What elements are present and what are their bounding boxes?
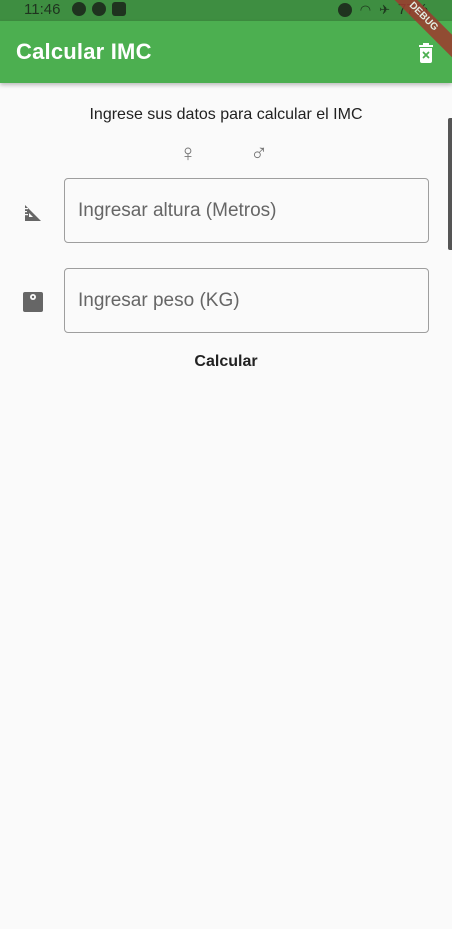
notification-icon [72, 2, 86, 16]
ruler-square-icon [25, 205, 41, 221]
female-icon[interactable]: ♀ [179, 140, 197, 168]
alarm-icon [337, 3, 352, 17]
notification-icon [112, 2, 126, 16]
intro-text: Ingrese sus datos para calcular el IMC [89, 106, 363, 123]
delete-button[interactable] [414, 41, 438, 65]
notification-icons [72, 2, 126, 16]
weight-field[interactable] [64, 268, 429, 333]
male-icon[interactable]: ♂ [250, 140, 268, 168]
status-bar: 11:46 ◠ ✈ 77% [0, 0, 452, 21]
weight-scale-icon [23, 292, 43, 312]
height-input[interactable] [65, 179, 428, 242]
wifi-icon: ◠ [359, 2, 372, 17]
notification-icon [92, 2, 106, 16]
height-field[interactable] [64, 178, 429, 243]
weight-input[interactable] [65, 269, 428, 332]
delete-forever-icon [419, 43, 433, 63]
page-title: Calcular IMC [16, 39, 152, 64]
status-time: 11:46 [24, 1, 61, 18]
edge-scroll-handle [448, 118, 452, 250]
calculate-button[interactable]: Calcular [176, 348, 276, 376]
airplane-icon: ✈ [379, 2, 390, 17]
app-bar: Calcular IMC [0, 21, 452, 83]
